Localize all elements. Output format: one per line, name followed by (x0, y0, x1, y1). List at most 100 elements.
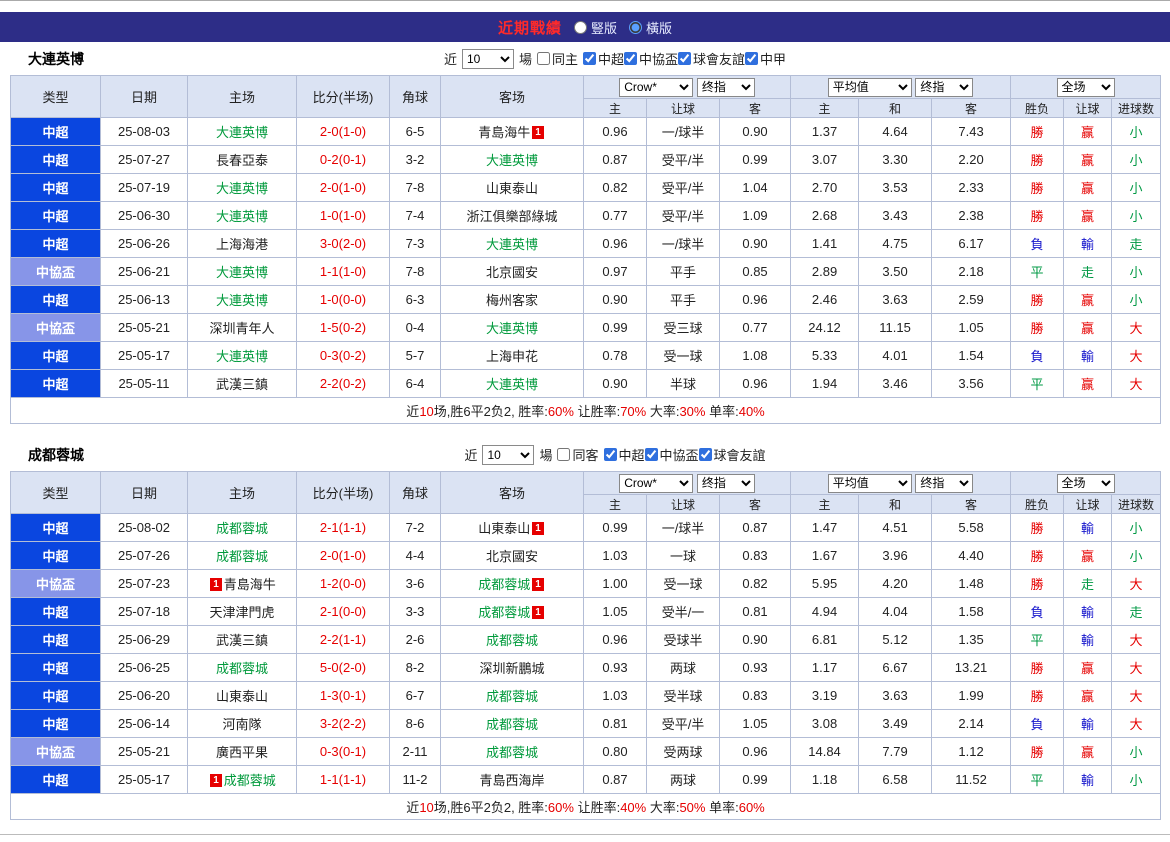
matches-table: 类型 日期 主场 比分(半场) 角球 客场 Crow* 终指 平均值 终指 全场 (9, 471, 1162, 820)
col-header-avg-away: 客 (931, 98, 1012, 118)
league-filter[interactable]: 中協盃 (644, 445, 699, 464)
result-handicap-cell: 赢 (1063, 201, 1113, 230)
league-filter[interactable]: 中超 (603, 445, 645, 464)
bookmaker-select[interactable]: Crow* (619, 77, 694, 97)
match-date-cell: 25-06-25 (100, 653, 188, 682)
near-count-select[interactable]: 10 (461, 48, 514, 69)
away-team-cell: 北京國安 (440, 541, 584, 570)
match-date-cell: 25-05-21 (100, 737, 188, 766)
corner-cell: 8-2 (389, 653, 441, 682)
league-type-cell: 中協盃 (10, 737, 101, 766)
col-header-handicap: 让球 (646, 98, 720, 118)
fulltime-select[interactable]: 全场 (1056, 77, 1115, 97)
same-venue-checkbox[interactable] (557, 448, 571, 461)
home-team-cell: 成都蓉城 (187, 541, 297, 570)
match-date-cell: 25-08-02 (100, 513, 188, 542)
avg-home-cell: 1.47 (790, 513, 860, 542)
match-date-cell: 25-07-26 (100, 541, 188, 570)
league-label: 中超 (597, 52, 624, 67)
league-filter[interactable]: 球會友誼 (698, 445, 766, 464)
league-checkbox[interactable] (644, 448, 658, 461)
same-venue-checkbox[interactable] (536, 52, 550, 65)
home-odds-cell: 0.77 (583, 201, 647, 230)
team-name-text: 上海海港 (215, 237, 268, 252)
team-title: 大連英博 (28, 50, 84, 67)
result-wdl-cell: 勝 (1010, 541, 1065, 570)
league-type-cell: 中超 (10, 709, 101, 738)
final-index-select-2[interactable]: 终指 (915, 473, 974, 493)
league-checkbox[interactable] (745, 52, 759, 65)
home-team-cell: 1 青島海牛 (187, 569, 297, 598)
score-cell: 1-0(0-0) (296, 285, 390, 314)
handicap-cell: 受三球 (646, 313, 720, 342)
league-filter[interactable]: 中甲 (745, 49, 786, 68)
handicap-cell: 受平/半 (646, 145, 720, 174)
near-count-select[interactable]: 10 (482, 444, 535, 465)
corner-cell: 3-2 (389, 145, 441, 174)
same-venue-filter[interactable]: 同客 (557, 445, 599, 464)
col-header-away: 客场 (440, 471, 584, 514)
match-date-cell: 25-06-26 (100, 229, 188, 258)
league-checkbox[interactable] (624, 52, 637, 65)
league-checkbox[interactable] (603, 448, 617, 461)
average-select[interactable]: 平均值 (827, 473, 912, 493)
handicap-cell: 受两球 (646, 737, 720, 766)
league-type-cell: 中超 (10, 341, 101, 370)
bookmaker-select[interactable]: Crow* (619, 473, 694, 493)
result-handicap-cell: 走 (1063, 569, 1113, 598)
result-handicap-cell: 赢 (1063, 173, 1113, 202)
col-header-corner: 角球 (389, 75, 441, 118)
section-head: 大連英博 近 10 場 同主 中超 中協盃 球會友誼 中甲 (0, 42, 1170, 75)
final-index-select-1[interactable]: 终指 (696, 77, 755, 97)
col-header-home: 主场 (187, 471, 297, 514)
layout-horizontal-option[interactable]: 橫版 (629, 18, 672, 37)
final-index-select-1[interactable]: 终指 (696, 473, 755, 493)
layout-vertical-option[interactable]: 豎版 (573, 18, 617, 37)
corner-cell: 4-4 (389, 541, 441, 570)
team-name-text: 成都蓉城 (485, 745, 538, 760)
score-cell: 5-0(2-0) (296, 653, 390, 682)
score-cell: 1-2(0-0) (296, 569, 390, 598)
layout-vertical-radio[interactable] (573, 20, 587, 34)
away-odds-cell: 0.85 (718, 257, 792, 286)
corner-cell: 5-7 (389, 341, 441, 370)
handicap-cell: 受半/一 (646, 597, 720, 626)
result-goals-cell: 大 (1111, 341, 1162, 370)
same-venue-filter[interactable]: 同主 (536, 49, 578, 68)
league-checkbox[interactable] (582, 52, 596, 65)
col-header-date: 日期 (100, 471, 188, 514)
team-name-text: 山東泰山 (478, 521, 531, 536)
away-team-cell: 山東泰山 (440, 173, 584, 202)
home-team-cell: 大連英博 (187, 173, 297, 202)
avg-home-cell: 2.68 (790, 201, 860, 230)
handicap-cell: 平手 (646, 285, 720, 314)
team-name-text: 青島海牛 (223, 577, 276, 592)
league-checkbox[interactable] (678, 52, 692, 65)
corner-cell: 7-8 (389, 173, 441, 202)
team-name-text: 天津津門虎 (209, 605, 275, 620)
col-header-avg-away: 客 (931, 494, 1012, 514)
result-goals-cell: 大 (1111, 653, 1162, 682)
layout-horizontal-radio[interactable] (629, 20, 642, 34)
league-checkbox[interactable] (698, 448, 712, 461)
match-row: 中超 25-08-03 大連英博 2-0(1-0) 6-5 青島海牛 1 0.96 一/球半 0.… (10, 117, 1162, 146)
handicap-cell: 受平/半 (646, 173, 720, 202)
match-row: 中超 25-06-26 上海海港 3-0(2-0) 7-3 大連英博 0.96 一/球半 0.9… (10, 229, 1162, 258)
away-odds-cell: 0.82 (718, 569, 792, 598)
avg-draw-cell: 3.53 (858, 173, 933, 202)
average-select[interactable]: 平均值 (827, 77, 912, 97)
away-team-cell: 青島西海岸 (440, 765, 584, 794)
result-goals-cell: 小 (1111, 541, 1162, 570)
league-filter[interactable]: 中協盃 (624, 49, 678, 68)
final-index-select-2[interactable]: 终指 (915, 77, 974, 97)
summary-segment: 40% (620, 800, 647, 815)
summary-segment: 10 (419, 800, 434, 815)
score-cell: 2-1(1-1) (296, 513, 390, 542)
league-filter[interactable]: 中超 (582, 49, 624, 68)
corner-cell: 6-5 (389, 117, 441, 146)
team-name-text: 武漢三鎮 (215, 377, 268, 392)
away-team-cell: 青島海牛 1 (440, 117, 584, 146)
fulltime-select[interactable]: 全场 (1056, 473, 1115, 493)
handicap-odds-group: Crow* 终指 (582, 75, 792, 99)
league-filter[interactable]: 球會友誼 (678, 49, 745, 68)
